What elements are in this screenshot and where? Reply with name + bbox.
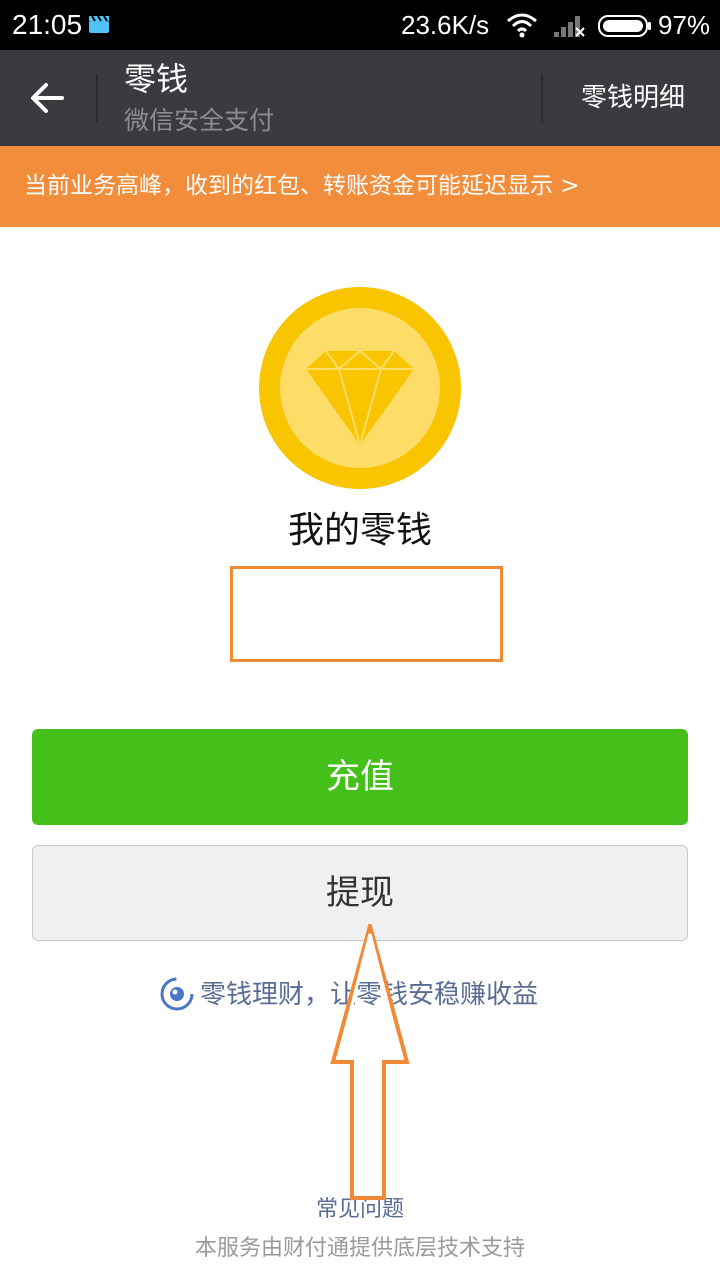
wifi-icon — [507, 13, 537, 38]
status-time: 21:05 — [12, 9, 83, 40]
withdraw-button[interactable]: 提现 — [32, 845, 688, 941]
page-subtitle: 微信安全支付 — [124, 106, 275, 135]
battery-icon — [598, 15, 651, 37]
page-title: 零钱 — [124, 60, 189, 98]
back-arrow-icon[interactable] — [28, 78, 68, 118]
diamond-coin-icon — [259, 287, 461, 489]
header-divider — [541, 74, 543, 122]
notice-banner[interactable]: 当前业务高峰，收到的红包、转账资金可能延迟显示 > — [0, 146, 720, 227]
up-arrow-annotation-icon — [330, 924, 410, 1200]
recharge-button[interactable]: 充值 — [32, 729, 688, 825]
licaitong-icon — [160, 977, 194, 1011]
my-change-label: 我的零钱 — [287, 510, 432, 551]
app-header: 零钱 微信安全支付 零钱明细 — [0, 50, 720, 146]
balance-amount — [230, 566, 503, 662]
clapper-icon — [89, 15, 109, 33]
faq-link[interactable]: 常见问题 — [0, 1194, 720, 1226]
licaitong-text[interactable]: 零钱理财，让零钱安稳赚收益 — [200, 973, 538, 1017]
change-detail-button[interactable]: 零钱明细 — [560, 78, 706, 118]
support-text: 本服务由财付通提供底层技术支持 — [194, 1236, 525, 1261]
network-speed: 23.6K/s — [401, 10, 490, 40]
battery-percent: 97% — [658, 10, 711, 40]
header-divider — [96, 74, 98, 122]
status-bar: 21:05 23.6K/s 97% — [0, 0, 720, 50]
signal-icon — [554, 16, 585, 37]
licaitong-link[interactable]: 零钱理财，让零钱安稳赚收益 — [0, 973, 720, 1017]
